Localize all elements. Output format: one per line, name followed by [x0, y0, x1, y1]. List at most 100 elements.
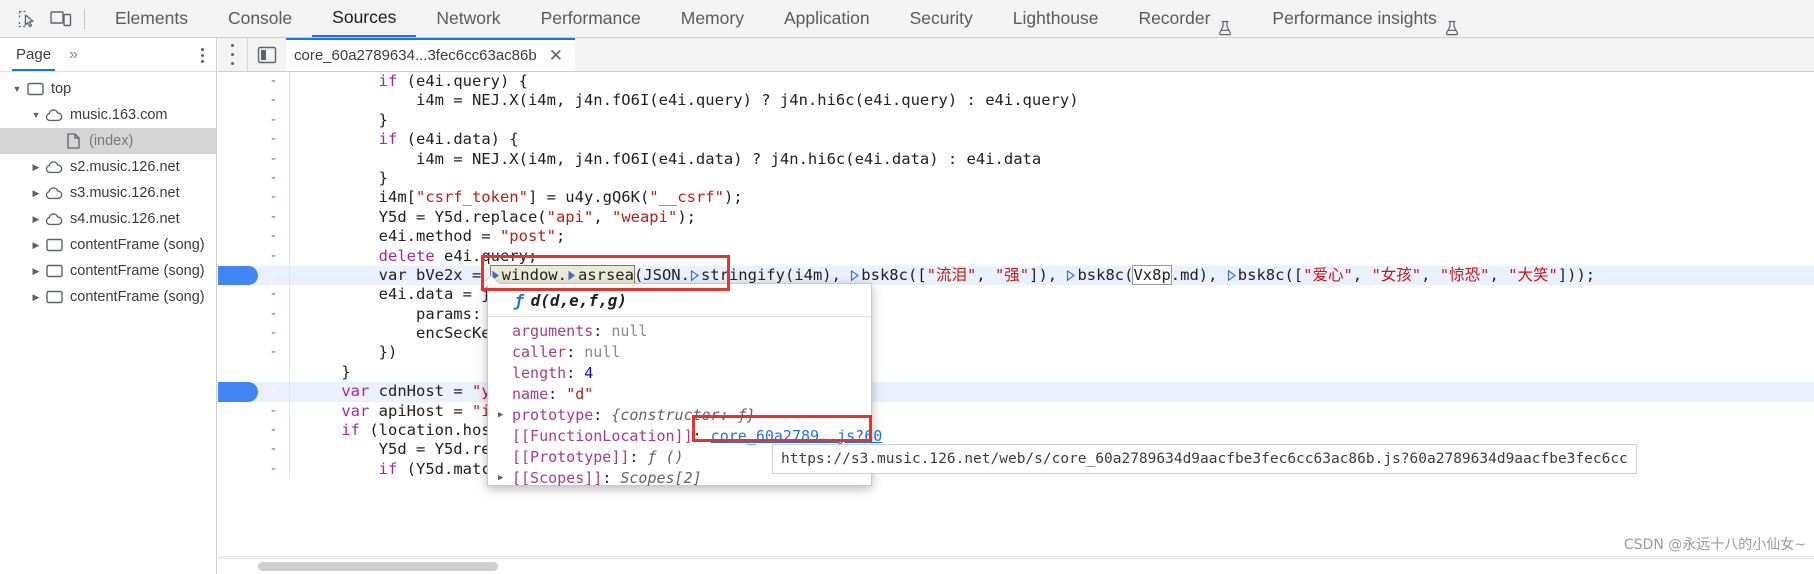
fold-gutter[interactable]: -	[258, 72, 290, 92]
expand-triangle-icon[interactable]	[1227, 269, 1237, 281]
fold-gutter[interactable]: -	[258, 130, 290, 150]
panel-tab-performance[interactable]: Performance	[521, 0, 661, 37]
panel-tab-elements[interactable]: Elements	[95, 0, 208, 37]
fold-gutter[interactable]: -	[258, 421, 290, 441]
fold-gutter[interactable]: -	[258, 382, 290, 402]
code-line[interactable]: - var bVe2x = window. asrsea(JSON. stringi…	[218, 264, 1814, 286]
tree-item-s4-music-126-net[interactable]: s4.music.126.net	[0, 206, 216, 232]
tree-item-s2-music-126-net[interactable]: s2.music.126.net	[0, 154, 216, 180]
code-line[interactable]: - })	[218, 343, 1814, 363]
breakpoint-gutter[interactable]	[218, 305, 258, 324]
fold-gutter[interactable]: -	[258, 207, 290, 228]
breakpoint-gutter[interactable]	[218, 150, 258, 169]
popover-source-link[interactable]: core_60a2789….js?60	[711, 427, 883, 445]
navigator-more-tabs-icon[interactable]: »	[69, 46, 78, 64]
tree-item-top[interactable]: top	[0, 76, 216, 102]
popover-property-row[interactable]: length: 4	[488, 362, 871, 383]
breakpoint-gutter[interactable]	[218, 382, 258, 402]
code-line[interactable]: - e4i.data = j	[218, 285, 1814, 305]
fold-gutter[interactable]: -	[258, 188, 290, 208]
expand-triangle-icon[interactable]	[850, 269, 860, 281]
code-line[interactable]: - params:	[218, 304, 1814, 325]
panel-tab-application[interactable]: Application	[764, 0, 890, 37]
file-tab-core-js[interactable]: core_60a2789634...3fec6cc63ac86b ✕	[286, 38, 575, 71]
close-icon[interactable]: ✕	[549, 47, 563, 64]
popover-property-row[interactable]: [[FunctionLocation]]: core_60a2789….js?6…	[488, 425, 882, 446]
toggle-navigator-icon[interactable]	[248, 38, 286, 72]
panel-tab-memory[interactable]: Memory	[661, 0, 764, 37]
code-line[interactable]: - var apiHost = "i	[218, 401, 1814, 422]
breakpoint-gutter[interactable]	[218, 208, 258, 227]
code-line[interactable]: - encSecKe	[218, 324, 1814, 344]
fold-gutter[interactable]: -	[258, 246, 290, 266]
fold-gutter[interactable]: -	[258, 324, 290, 344]
breakpoint-gutter[interactable]	[218, 91, 258, 110]
breakpoint-gutter[interactable]	[218, 440, 258, 459]
breakpoint-gutter[interactable]	[218, 247, 258, 266]
breakpoint-gutter[interactable]	[218, 130, 258, 149]
breakpoint-gutter[interactable]	[218, 111, 258, 130]
evaluated-expression-highlight[interactable]: window. asrsea	[489, 264, 635, 285]
chevron-right-icon[interactable]	[29, 266, 43, 277]
panel-tab-performance-insights[interactable]: Performance insights	[1252, 0, 1478, 37]
fold-gutter[interactable]: -	[258, 285, 290, 305]
expand-triangle-icon[interactable]	[567, 270, 577, 281]
fold-gutter[interactable]: -	[258, 227, 290, 247]
fold-gutter[interactable]: -	[258, 401, 290, 422]
chevron-right-icon[interactable]: ▶	[498, 473, 512, 483]
navigator-tab-page[interactable]: Page	[12, 38, 56, 71]
panel-tab-security[interactable]: Security	[890, 0, 993, 37]
chevron-right-icon[interactable]	[29, 292, 43, 303]
fold-gutter[interactable]: -	[258, 149, 290, 169]
panel-tab-console[interactable]: Console	[208, 0, 312, 37]
bottom-scrollbar-thumb[interactable]	[258, 562, 498, 571]
inspect-element-icon[interactable]	[10, 4, 44, 34]
fold-gutter[interactable]: -	[258, 304, 290, 325]
fold-gutter[interactable]: -	[258, 91, 290, 111]
code-editor-content[interactable]: - if (e4i.query) { - i4m = NEJ.X(i4m, j4n…	[218, 72, 1814, 574]
popover-property-row[interactable]: ▶ prototype: {constructor: ƒ}	[488, 404, 871, 425]
code-line[interactable]: - Y5d = Y5d.replace("api", "weapi");	[218, 207, 1814, 228]
editor-more-options-icon[interactable]	[218, 37, 248, 72]
popover-property-row[interactable]: name: "d"	[488, 383, 871, 404]
code-line[interactable]: - }	[218, 168, 1814, 189]
breakpoint-gutter[interactable]	[218, 460, 258, 479]
breakpoint-gutter[interactable]	[218, 421, 258, 440]
inline-value-box[interactable]: Vx8p	[1132, 264, 1172, 285]
breakpoint-gutter[interactable]	[218, 285, 258, 304]
panel-tab-recorder[interactable]: Recorder	[1118, 0, 1252, 37]
fold-gutter[interactable]: -	[258, 168, 290, 189]
panel-tab-lighthouse[interactable]: Lighthouse	[993, 0, 1119, 37]
breakpoint-gutter[interactable]	[218, 72, 258, 91]
code-line[interactable]: - e4i.method = "post";	[218, 227, 1814, 247]
fold-gutter[interactable]: -	[258, 343, 290, 363]
code-line[interactable]: - if (location.hos	[218, 421, 1814, 441]
fold-gutter[interactable]: -	[258, 440, 290, 460]
fold-gutter[interactable]: -	[258, 459, 290, 480]
expand-triangle-icon[interactable]	[1066, 269, 1076, 281]
popover-property-row[interactable]: arguments: null	[488, 320, 871, 341]
tree-item-music-163-com[interactable]: music.163.com	[0, 102, 216, 128]
device-toolbar-icon[interactable]	[44, 4, 78, 34]
tree-item-index[interactable]: (index)	[0, 128, 216, 154]
code-line[interactable]: - if (e4i.query) {	[218, 72, 1814, 92]
code-line[interactable]: - var cdnHost = "y	[218, 382, 1814, 402]
chevron-right-icon[interactable]	[29, 214, 43, 225]
navigator-more-options-icon[interactable]	[201, 45, 204, 66]
breakpoint-gutter[interactable]	[218, 265, 258, 286]
chevron-down-icon[interactable]	[29, 110, 43, 120]
tree-item-s3-music-126-net[interactable]: s3.music.126.net	[0, 180, 216, 206]
popover-property-row[interactable]: caller: null	[488, 341, 871, 362]
tree-item-contentframe-song[interactable]: contentFrame (song)	[0, 232, 216, 258]
code-line[interactable]: }	[218, 362, 1814, 383]
code-line[interactable]: - i4m = NEJ.X(i4m, j4n.fO6I(e4i.data) ? …	[218, 149, 1814, 169]
breakpoint-gutter[interactable]	[218, 188, 258, 207]
bottom-scroll-strip[interactable]	[218, 558, 1814, 574]
chevron-right-icon[interactable]	[29, 162, 43, 173]
breakpoint-gutter[interactable]	[218, 343, 258, 362]
breakpoint-gutter[interactable]	[218, 227, 258, 246]
fold-gutter[interactable]	[258, 362, 290, 383]
expand-triangle-icon[interactable]	[690, 269, 700, 281]
chevron-right-icon[interactable]	[29, 240, 43, 251]
fold-gutter[interactable]: -	[258, 110, 290, 131]
